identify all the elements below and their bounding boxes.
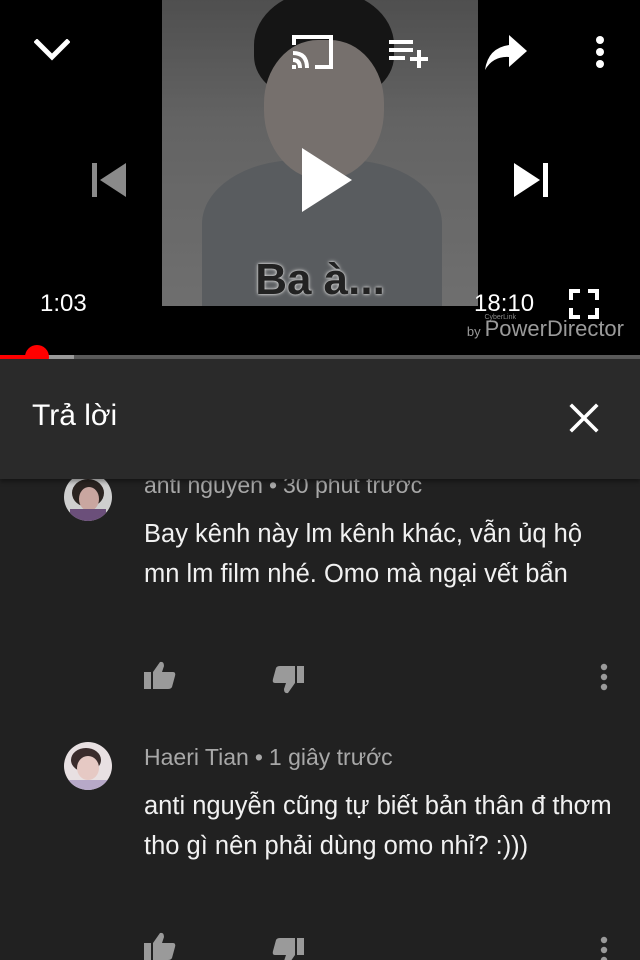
share-icon — [485, 35, 527, 70]
avatar[interactable] — [64, 742, 112, 790]
close-icon — [569, 403, 599, 433]
play-icon — [302, 148, 352, 212]
more-vertical-icon — [596, 36, 604, 68]
dislike-button[interactable] — [268, 932, 308, 960]
thumb-down-icon — [272, 938, 304, 960]
avatar[interactable] — [64, 473, 112, 521]
cast-icon — [292, 35, 333, 69]
comment-more-button[interactable] — [584, 930, 624, 960]
watermark: CyberLink by PowerDirector — [466, 314, 624, 340]
cast-button[interactable] — [286, 30, 338, 74]
video-caption: Ba à... — [255, 255, 385, 304]
share-button[interactable] — [480, 30, 532, 74]
next-button[interactable] — [508, 154, 556, 206]
play-button[interactable] — [290, 140, 362, 220]
comment-meta: Haeri Tian • 1 giây trước — [144, 746, 393, 769]
more-vertical-icon — [600, 663, 608, 691]
comment-more-button[interactable] — [584, 657, 624, 697]
minimize-button[interactable] — [28, 26, 76, 74]
like-button[interactable] — [140, 926, 180, 960]
reply-panel-title: Trả lời — [32, 399, 118, 432]
thumb-up-icon — [144, 661, 176, 689]
dislike-button[interactable] — [268, 660, 308, 700]
close-button[interactable] — [560, 394, 608, 442]
fullscreen-icon — [569, 289, 599, 319]
more-options-button[interactable] — [584, 30, 616, 74]
previous-button[interactable] — [84, 154, 132, 206]
playlist-add-icon — [389, 40, 428, 68]
watermark-by: by — [466, 324, 481, 339]
comment-text: anti nguyễn cũng tự biết bản thân đ thơm… — [144, 792, 612, 860]
skip-previous-icon — [92, 163, 126, 197]
comment-author[interactable]: Haeri Tian — [144, 744, 249, 770]
add-to-queue-button[interactable] — [384, 32, 432, 72]
watermark-small: CyberLink — [484, 314, 516, 321]
screen: anti nguyen • 30 phút trước Bay kênh này l… — [0, 0, 640, 960]
more-vertical-icon — [600, 936, 608, 960]
thumb-down-icon — [272, 666, 304, 694]
skip-next-icon — [514, 163, 548, 197]
comment-text: Bay kênh này lm kênh khác, vẫn ủq hộ mn … — [144, 520, 583, 588]
duration: 18:10 — [474, 290, 535, 317]
meta-separator: • — [254, 744, 263, 770]
video-player[interactable]: Ba à... 1:03 18:10 CyberLink by PowerDir… — [0, 0, 640, 356]
comment-time: 1 giây trước — [268, 744, 393, 770]
like-button[interactable] — [140, 655, 180, 695]
reply-panel-header: Trả lời — [0, 359, 640, 479]
current-time: 1:03 — [40, 290, 87, 317]
thumb-up-icon — [144, 932, 176, 960]
chevron-down-icon — [34, 39, 70, 61]
